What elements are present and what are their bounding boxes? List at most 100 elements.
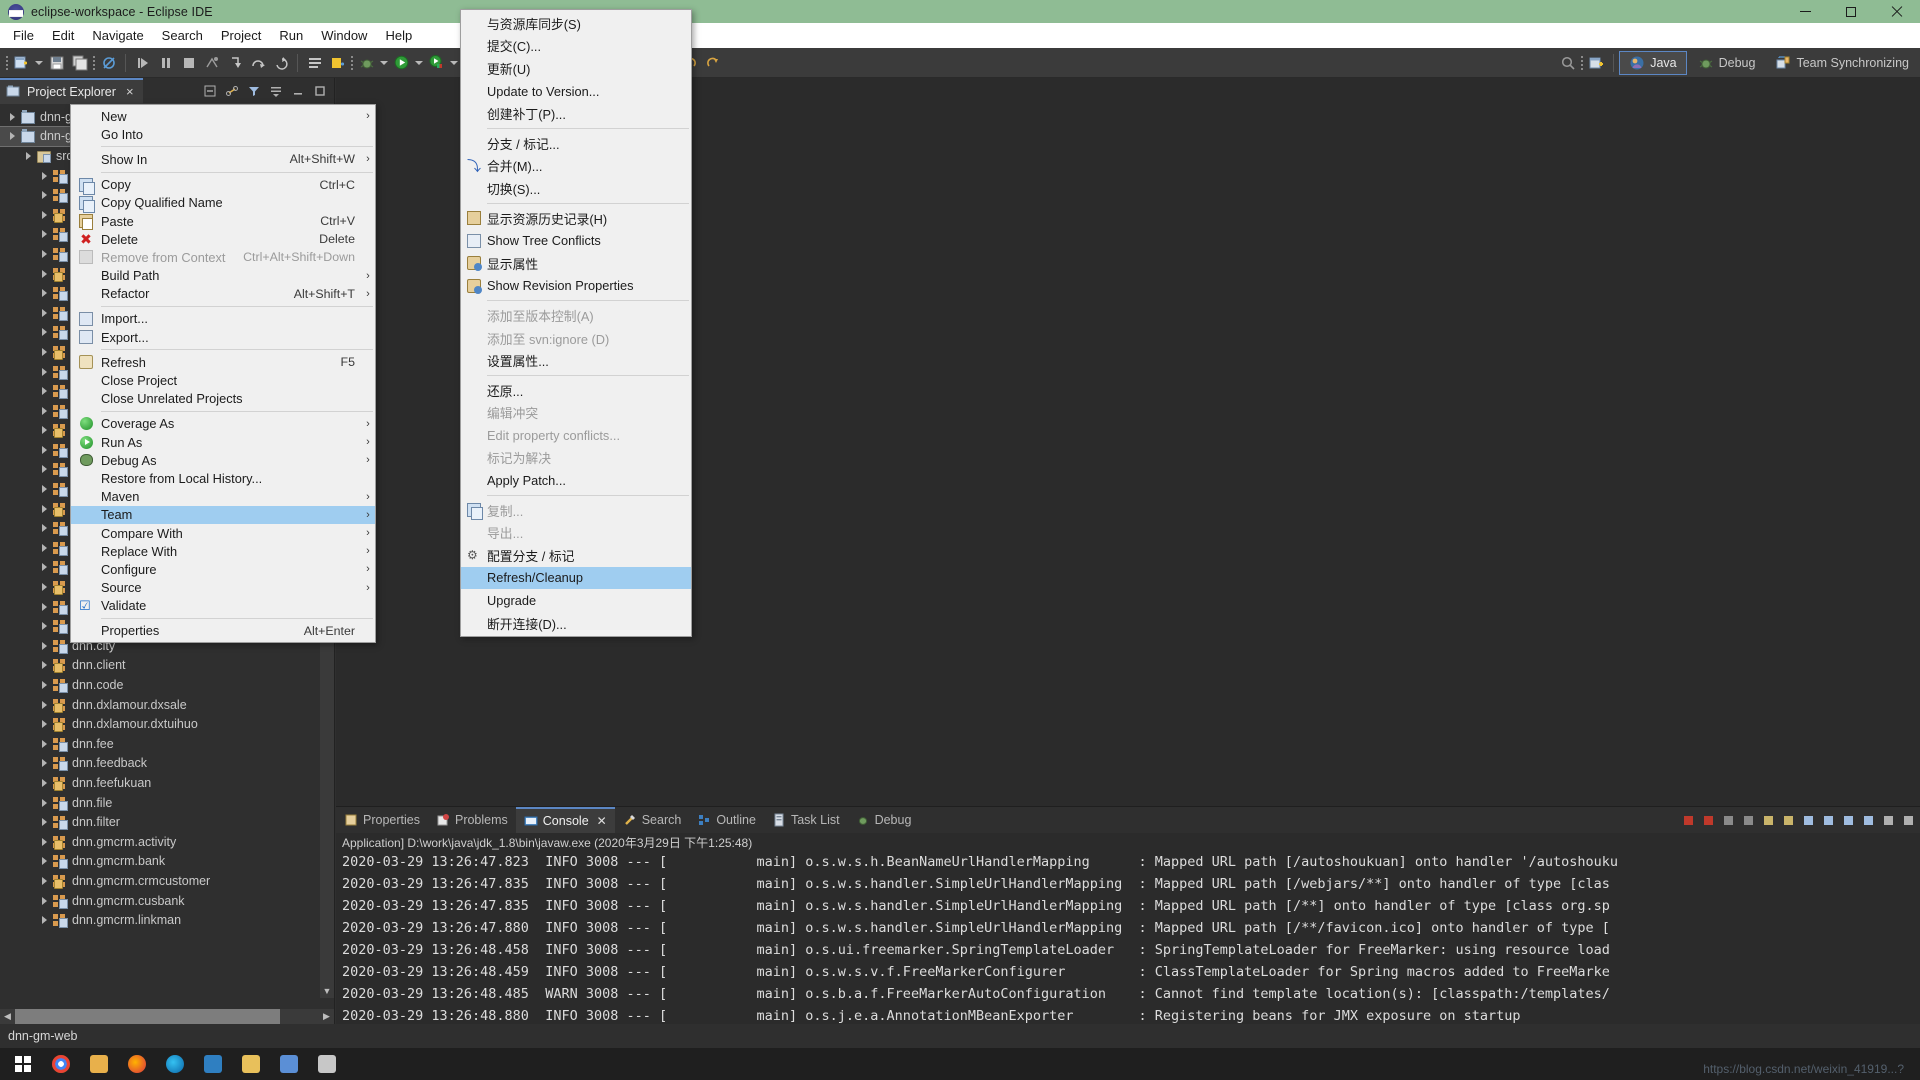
tree-item[interactable]: dnn.gmcrm.linkman	[0, 910, 320, 930]
expand-arrow-icon[interactable]	[38, 916, 51, 924]
expand-arrow-icon[interactable]	[38, 446, 51, 454]
team-submenu-item[interactable]: Show Revision Properties	[461, 275, 691, 298]
link-with-editor-icon[interactable]	[222, 81, 242, 101]
context-menu-item-replace-with[interactable]: Replace With ›	[71, 542, 375, 560]
debug-launch-dropdown[interactable]	[378, 51, 390, 75]
context-menu-item-copy[interactable]: Copy Ctrl+C	[71, 176, 375, 195]
scroll-down-icon[interactable]: ▼	[320, 984, 334, 998]
expand-arrow-icon[interactable]	[38, 603, 51, 611]
expand-arrow-icon[interactable]	[38, 661, 51, 669]
new-java-class-icon[interactable]	[326, 51, 349, 75]
expand-arrow-icon[interactable]	[38, 818, 51, 826]
pin-console-icon[interactable]	[1819, 810, 1838, 830]
perspective-tab-java[interactable]: Java	[1619, 51, 1687, 75]
team-submenu-item[interactable]: 显示属性	[461, 252, 691, 275]
context-menu-item-coverage-as[interactable]: Coverage As ›	[71, 415, 375, 433]
expand-arrow-icon[interactable]	[38, 622, 51, 630]
close-icon[interactable]: ✕	[597, 814, 607, 828]
minimize-button[interactable]	[1782, 0, 1828, 23]
expand-arrow-icon[interactable]	[38, 759, 51, 767]
team-submenu-item[interactable]: 更新(U)	[461, 57, 691, 80]
view-menu-icon[interactable]	[266, 81, 286, 101]
filter-icon[interactable]	[244, 81, 264, 101]
expand-arrow-icon[interactable]	[38, 701, 51, 709]
edge-icon[interactable]	[158, 1048, 192, 1080]
context-menu-item-source[interactable]: Source ›	[71, 579, 375, 597]
search-icon[interactable]	[1556, 51, 1579, 75]
context-menu-item-export[interactable]: Export...	[71, 328, 375, 346]
menu-project[interactable]: Project	[212, 25, 270, 46]
expand-arrow-icon[interactable]	[38, 720, 51, 728]
terminate-icon[interactable]	[1679, 810, 1698, 830]
expand-arrow-icon[interactable]	[38, 544, 51, 552]
expand-arrow-icon[interactable]	[38, 524, 51, 532]
console-tab-search[interactable]: Search	[615, 807, 690, 833]
maximize-icon[interactable]	[310, 81, 330, 101]
expand-arrow-icon[interactable]	[38, 387, 51, 395]
context-menu-item-go-into[interactable]: Go Into	[71, 125, 375, 143]
menu-help[interactable]: Help	[376, 25, 421, 46]
folder-icon[interactable]	[82, 1048, 116, 1080]
team-submenu-item[interactable]: 断开连接(D)...	[461, 612, 691, 635]
team-submenu-item[interactable]: 设置属性...	[461, 349, 691, 372]
disconnect-icon[interactable]	[200, 51, 223, 75]
tree-item[interactable]: dnn.fee	[0, 734, 320, 754]
tree-item[interactable]: dnn.code	[0, 675, 320, 695]
minimize-icon[interactable]	[1879, 810, 1898, 830]
expand-arrow-icon[interactable]	[38, 563, 51, 571]
context-menu-item-compare-with[interactable]: Compare With ›	[71, 524, 375, 542]
tab-project-explorer[interactable]: Project Explorer ×	[0, 77, 143, 104]
context-menu-item-copy-qualified-name[interactable]: Copy Qualified Name	[71, 194, 375, 213]
expand-arrow-icon[interactable]	[38, 897, 51, 905]
console-tab-problems[interactable]: Problems	[428, 807, 516, 833]
expand-arrow-icon[interactable]	[38, 799, 51, 807]
team-submenu-item[interactable]: 切换(S)...	[461, 177, 691, 200]
team-submenu-item[interactable]: Upgrade	[461, 589, 691, 612]
expand-arrow-icon[interactable]	[38, 191, 51, 199]
expand-arrow-icon[interactable]	[38, 309, 51, 317]
firefox-icon[interactable]	[120, 1048, 154, 1080]
maximize-icon[interactable]	[1899, 810, 1918, 830]
expand-arrow-icon[interactable]	[38, 211, 51, 219]
coverage-launch-icon[interactable]	[425, 51, 448, 75]
expand-arrow-icon[interactable]	[38, 250, 51, 258]
expand-arrow-icon[interactable]	[38, 857, 51, 865]
expand-arrow-icon[interactable]	[38, 230, 51, 238]
tree-item[interactable]: dnn.gmcrm.activity	[0, 832, 320, 852]
tree-item[interactable]: dnn.file	[0, 793, 320, 813]
new-wizard-icon[interactable]	[10, 51, 33, 75]
close-icon[interactable]: ×	[126, 84, 134, 99]
menu-run[interactable]: Run	[270, 25, 312, 46]
context-menu-item-properties[interactable]: Properties Alt+Enter	[71, 622, 375, 640]
suspend-icon[interactable]	[154, 51, 177, 75]
expand-arrow-icon[interactable]	[38, 485, 51, 493]
note-icon[interactable]	[310, 1048, 344, 1080]
expand-arrow-icon[interactable]	[38, 642, 51, 650]
expand-arrow-icon[interactable]	[38, 289, 51, 297]
maximize-button[interactable]	[1828, 0, 1874, 23]
team-submenu-item[interactable]: 分支 / 标记...	[461, 132, 691, 155]
team-submenu-item[interactable]: 还原...	[461, 379, 691, 402]
open-perspective-icon[interactable]	[1585, 51, 1608, 75]
new-wizard-dropdown[interactable]	[33, 51, 45, 75]
tree-item[interactable]: dnn.filter	[0, 812, 320, 832]
expand-arrow-icon[interactable]	[6, 132, 19, 140]
resume-icon[interactable]	[131, 51, 154, 75]
team-submenu-item[interactable]: Apply Patch...	[461, 469, 691, 492]
coverage-launch-dropdown[interactable]	[448, 51, 460, 75]
tree-item[interactable]: dnn.dxlamour.dxtuihuo	[0, 714, 320, 734]
step-into-icon[interactable]	[223, 51, 246, 75]
expand-arrow-icon[interactable]	[38, 426, 51, 434]
expand-arrow-icon[interactable]	[38, 505, 51, 513]
expand-arrow-icon[interactable]	[38, 583, 51, 591]
step-return-icon[interactable]	[269, 51, 292, 75]
redo-icon[interactable]	[701, 51, 724, 75]
context-menu-item-show-in[interactable]: Show In Alt+Shift+W ›	[71, 150, 375, 168]
context-menu[interactable]: New › Go Into Show In Alt+Shift+W › Copy Ctrl+C…	[70, 104, 376, 644]
expand-arrow-icon[interactable]	[38, 328, 51, 336]
expand-arrow-icon[interactable]	[38, 740, 51, 748]
run-launch-icon[interactable]	[390, 51, 413, 75]
team-submenu-item[interactable]: 创建补丁(P)...	[461, 102, 691, 125]
tree-item[interactable]: dnn.gmcrm.crmcustomer	[0, 871, 320, 891]
console-tab-properties[interactable]: Properties	[336, 807, 428, 833]
